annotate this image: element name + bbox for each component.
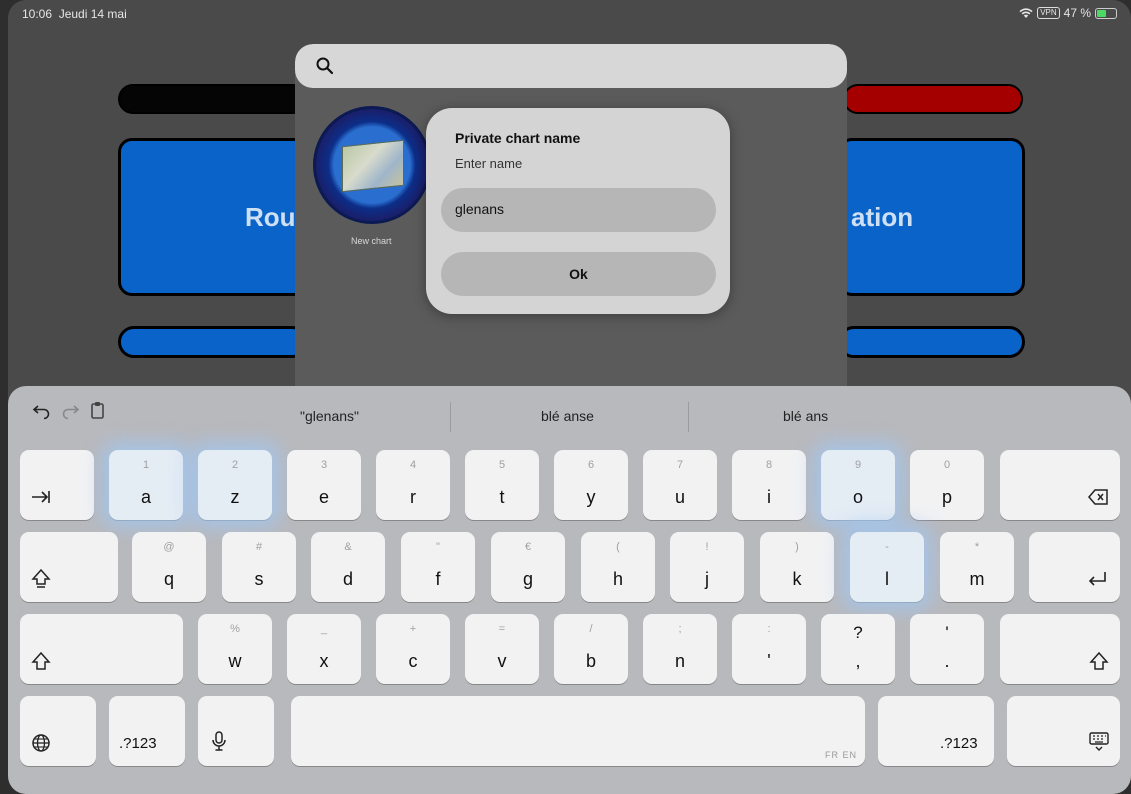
navigation-button[interactable]: ation [838, 138, 1025, 296]
key-g[interactable]: € g [491, 532, 565, 602]
key-period[interactable]: '. [910, 614, 984, 684]
key-p[interactable]: 0p [910, 450, 984, 520]
search-icon [316, 57, 334, 75]
return-key[interactable] [1029, 532, 1120, 602]
right-shift-key[interactable] [1000, 614, 1120, 684]
battery-percent: 47 % [1063, 6, 1091, 20]
key-x[interactable]: _ x [287, 614, 361, 684]
return-icon [1088, 572, 1106, 586]
key-n[interactable]: ; n [643, 614, 717, 684]
key-j[interactable]: ! j [670, 532, 744, 602]
delete-key[interactable] [1000, 450, 1120, 520]
shift-icon [31, 651, 51, 670]
paste-icon[interactable] [88, 400, 108, 420]
dialog-title: Private chart name [455, 130, 581, 146]
keyboard-dismiss-icon [1089, 732, 1109, 751]
chart-name-input[interactable]: glenans [441, 188, 716, 232]
dictation-key[interactable] [198, 696, 274, 766]
key-m[interactable]: * m [940, 532, 1014, 602]
suggestion-3[interactable]: blé ans [783, 408, 828, 424]
dialog-subtitle: Enter name [455, 156, 523, 171]
bg-bar-black [118, 84, 308, 114]
shift-icon [1089, 651, 1109, 670]
new-chart-label: New chart [351, 236, 392, 246]
key-o[interactable]: 9o [821, 450, 895, 520]
microphone-icon [212, 731, 226, 751]
caps-lock-icon [31, 568, 51, 588]
key-r[interactable]: 4r [376, 450, 450, 520]
status-right: VPN 47 % [1019, 6, 1117, 20]
key-q[interactable]: @ q [132, 532, 206, 602]
status-bar: 10:06 Jeudi 14 mai VPN 47 % [8, 0, 1131, 26]
suggestion-1[interactable]: "glenans" [300, 408, 359, 424]
key-w[interactable]: % w [198, 614, 272, 684]
left-shift-key[interactable] [20, 614, 183, 684]
status-time: 10:06 Jeudi 14 mai [22, 7, 127, 21]
key-z[interactable]: 2z [198, 450, 272, 520]
key-comma[interactable]: ?, [821, 614, 895, 684]
key-d[interactable]: & d [311, 532, 385, 602]
numbers-key-right[interactable]: .?123 [878, 696, 994, 766]
keyboard-toolbar: "glenans" blé anse blé ans [8, 386, 1131, 436]
key-u[interactable]: 7u [643, 450, 717, 520]
on-screen-keyboard: "glenans" blé anse blé ans 1a 2z 3e 4r 5… [8, 386, 1131, 794]
battery-icon [1095, 7, 1117, 19]
key-c[interactable]: + c [376, 614, 450, 684]
ipad-screen: 10:06 Jeudi 14 mai VPN 47 % Rou ation Ne… [8, 0, 1131, 794]
vpn-badge: VPN [1037, 7, 1060, 19]
bg-bar-blue-left [118, 326, 308, 358]
delete-icon [1088, 489, 1108, 505]
status-date: Jeudi 14 mai [58, 7, 127, 21]
bg-bar-red [843, 84, 1023, 114]
numbers-key-left[interactable]: .?123 [109, 696, 185, 766]
key-f[interactable]: " f [401, 532, 475, 602]
tab-icon [32, 491, 50, 503]
undo-icon[interactable] [32, 400, 52, 420]
route-button[interactable]: Rou [118, 138, 308, 296]
key-s[interactable]: # s [222, 532, 296, 602]
key-a[interactable]: 1a [109, 450, 183, 520]
map-icon [342, 139, 404, 193]
globe-key[interactable] [20, 696, 96, 766]
key-k[interactable]: ) k [760, 532, 834, 602]
suggestion-separator [450, 402, 451, 432]
wifi-icon [1019, 7, 1033, 18]
key-e[interactable]: 3e [287, 450, 361, 520]
key-l[interactable]: -l [850, 532, 924, 602]
key-apostrophe[interactable]: : ' [732, 614, 806, 684]
language-indicator: FR EN [825, 750, 857, 760]
key-i[interactable]: 8i [732, 450, 806, 520]
key-b[interactable]: / b [554, 614, 628, 684]
key-y[interactable]: 6y [554, 450, 628, 520]
space-bar[interactable]: FR EN [291, 696, 865, 766]
key-t[interactable]: 5t [465, 450, 539, 520]
tab-key[interactable] [20, 450, 94, 520]
keyboard-dismiss-key[interactable] [1007, 696, 1120, 766]
suggestion-2[interactable]: blé anse [541, 408, 594, 424]
search-input[interactable] [295, 44, 847, 88]
suggestion-separator [688, 402, 689, 432]
key-v[interactable]: = v [465, 614, 539, 684]
key-h[interactable]: (h [581, 532, 655, 602]
ok-button[interactable]: Ok [441, 252, 716, 296]
redo-icon[interactable] [60, 400, 80, 420]
new-chart-thumbnail[interactable] [313, 106, 431, 224]
caps-lock-key[interactable] [20, 532, 118, 602]
globe-icon [32, 734, 50, 752]
bg-bar-blue-right [838, 326, 1025, 358]
private-chart-dialog: Private chart name Enter name glenans Ok [426, 108, 730, 314]
